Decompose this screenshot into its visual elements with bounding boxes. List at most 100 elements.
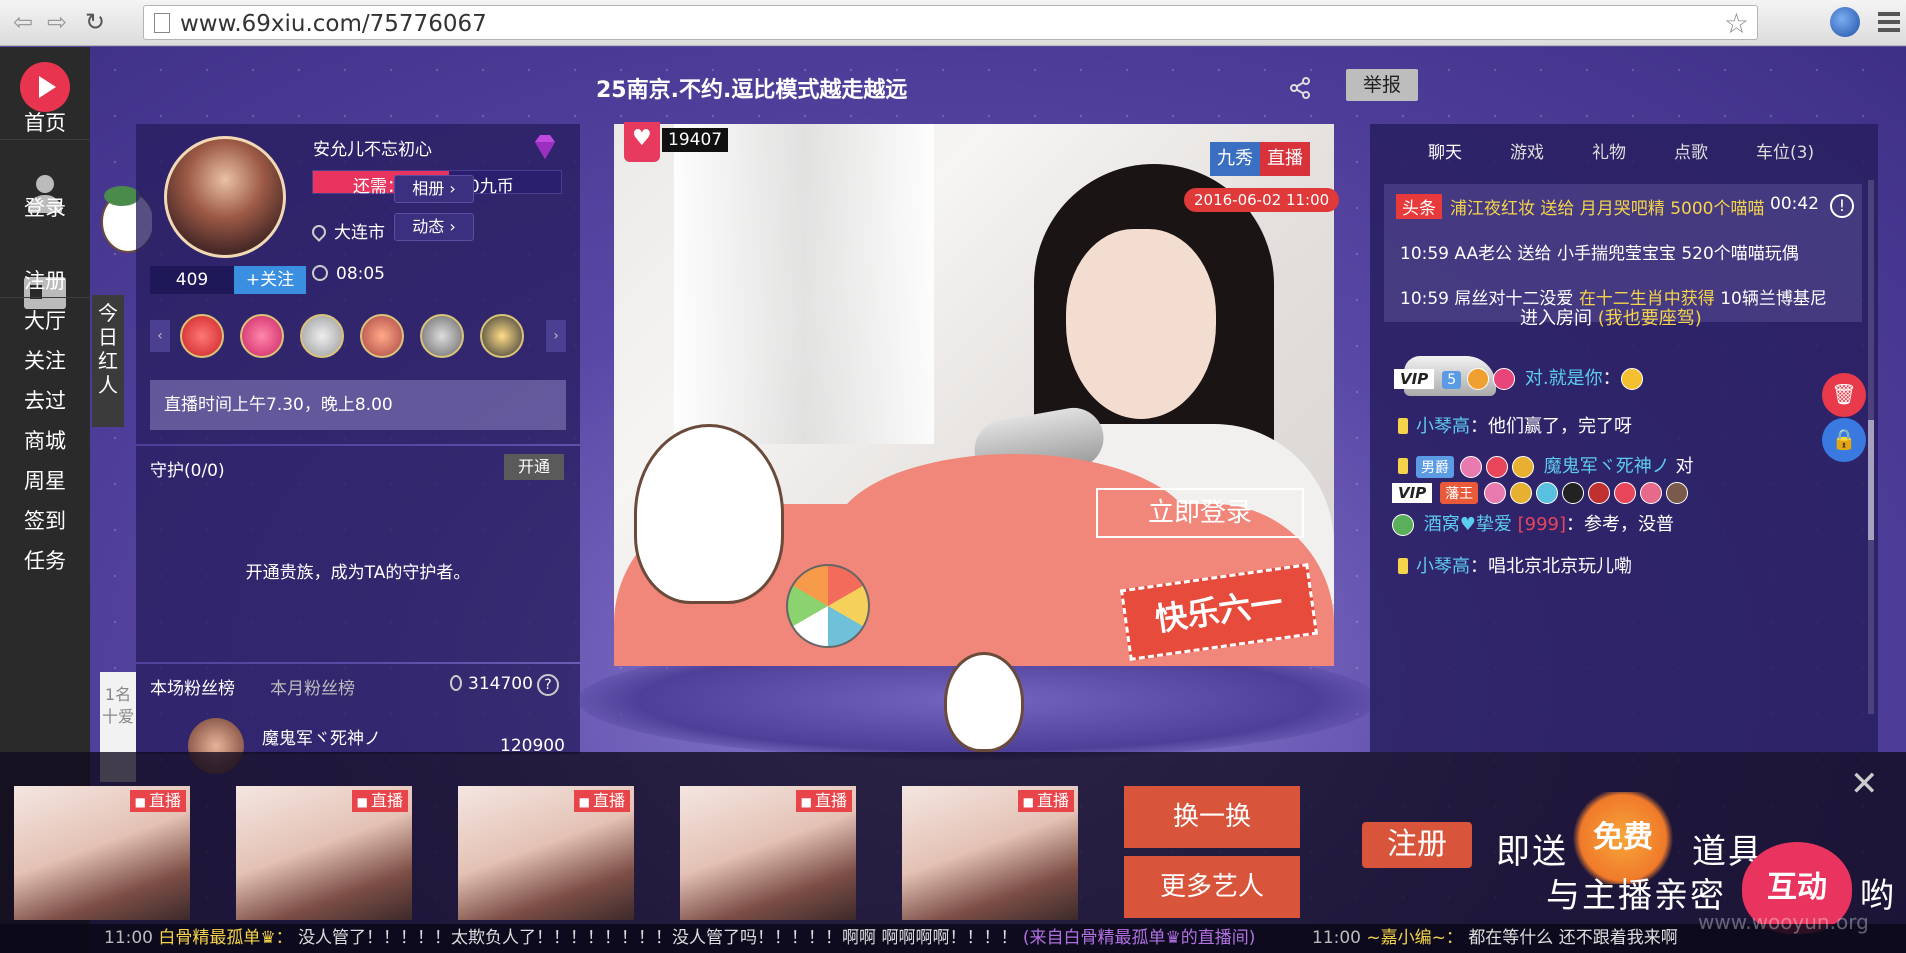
chat-panel: 聊天 游戏 礼物 点歌 车位(3) 头条 浦江夜红妆 送给 月月哭吧精 5000个… xyxy=(1370,124,1878,752)
emoji-icon xyxy=(1620,368,1643,390)
tab-games[interactable]: 游戏 xyxy=(1510,138,1544,163)
tab-parking[interactable]: 车位(3) xyxy=(1756,138,1814,163)
question-icon[interactable]: ? xyxy=(536,674,559,696)
tab-gifts[interactable]: 礼物 xyxy=(1592,138,1626,163)
badge-icon[interactable] xyxy=(360,314,404,358)
phone-icon xyxy=(1398,458,1408,474)
nav-mall[interactable]: 商城 xyxy=(0,425,90,455)
badge-icon xyxy=(1493,368,1516,390)
live-tag: 直播 xyxy=(795,790,852,812)
ticker-time: 11:00 xyxy=(104,928,153,948)
headline-tag: 头条 xyxy=(1396,194,1442,219)
badge-prev-button[interactable]: ‹ xyxy=(150,320,170,352)
vip-badge: VIP xyxy=(1392,483,1433,503)
chat-scrollbar[interactable] xyxy=(1868,180,1874,714)
today-star-tab[interactable]: 今日红人 xyxy=(92,295,124,427)
badge-icon[interactable] xyxy=(180,314,224,358)
trash-icon[interactable]: 🗑 xyxy=(1822,373,1866,417)
chat-user[interactable]: 小琴高 xyxy=(1416,556,1470,577)
video-login-button[interactable]: 立即登录 xyxy=(1096,488,1304,538)
report-button[interactable]: 举报 xyxy=(1346,69,1418,101)
logo-icon[interactable] xyxy=(20,62,70,112)
nav-home[interactable]: 首页 xyxy=(0,107,90,137)
fans-total-value: 314700 xyxy=(468,674,533,694)
menu-icon[interactable] xyxy=(1878,12,1900,32)
ticker-user[interactable]: ~嘉小编~： xyxy=(1366,928,1463,948)
ticker-time: 11:00 xyxy=(1312,928,1361,948)
host-live-time: 08:05 xyxy=(312,264,385,284)
url-text: www.69xiu.com/75776067 xyxy=(180,11,487,37)
host-name: 安允儿不忘初心 xyxy=(313,140,432,160)
chat-user[interactable]: 酒窝♥挚爱 xyxy=(1424,514,1512,535)
host-avatar[interactable] xyxy=(164,136,286,258)
ticker-message: 11:00 ~嘉小编~： 都在等什么 还不跟着我来啊 xyxy=(1312,924,1678,953)
chat-message: 小琴高：唱北京北京玩儿嘞 xyxy=(1398,552,1632,578)
back-icon[interactable]: ⇦ xyxy=(8,8,38,36)
nav-tasks[interactable]: 任务 xyxy=(0,545,90,575)
fans-rank-panel: 本场粉丝榜 本月粉丝榜 314700? 魔鬼军ヾ死神ノ 120900 xyxy=(136,664,580,774)
nav-follow[interactable]: 关注 xyxy=(0,345,90,375)
like-count: 19407 xyxy=(662,128,729,152)
nav-login[interactable]: 登录 xyxy=(0,192,90,222)
nav-register[interactable]: 注册 xyxy=(0,265,90,295)
nav-hall[interactable]: 大厅 xyxy=(0,305,90,335)
feed-button[interactable]: 动态 › xyxy=(394,213,474,241)
video-background xyxy=(674,124,934,444)
nav-checkin[interactable]: 签到 xyxy=(0,505,90,535)
lock-icon[interactable]: 🔒 xyxy=(1822,418,1866,462)
address-bar[interactable]: www.69xiu.com/75776067 ☆ xyxy=(143,5,1758,40)
follow-button[interactable]: +关注 xyxy=(234,266,306,294)
ticker-user[interactable]: 白骨精最孤单♛： xyxy=(158,928,292,948)
recommend-card[interactable]: 直播 xyxy=(14,786,190,920)
badge-icon[interactable] xyxy=(480,314,524,358)
watermark: www.wooyun.org xyxy=(1698,910,1869,934)
recommend-card[interactable]: 直播 xyxy=(458,786,634,920)
more-artists-button[interactable]: 更多艺人 xyxy=(1124,856,1300,918)
tab-current-fans[interactable]: 本场粉丝榜 xyxy=(150,674,235,699)
guard-panel: 守护(0/0) 开通 开通贵族，成为TA的守护者。 xyxy=(136,446,580,662)
reload-icon[interactable]: ↻ xyxy=(80,8,110,36)
badge-icon[interactable] xyxy=(300,314,344,358)
badge-icon[interactable] xyxy=(240,314,284,358)
alert-icon[interactable]: ! xyxy=(1830,194,1854,218)
badge-icon[interactable] xyxy=(420,314,464,358)
nav-visited[interactable]: 去过 xyxy=(0,385,90,415)
live-tag: 直播 xyxy=(1017,790,1074,812)
swap-button[interactable]: 换一换 xyxy=(1124,786,1300,848)
chat-text: 对 xyxy=(1675,456,1694,477)
sys-end: 10辆兰博基尼 xyxy=(1720,289,1827,309)
badge-next-button[interactable]: › xyxy=(546,320,566,352)
tab-month-fans[interactable]: 本月粉丝榜 xyxy=(270,674,355,699)
chat-user[interactable]: 魔鬼军ヾ死神ノ xyxy=(1544,456,1670,477)
nav-weekly-star[interactable]: 周星 xyxy=(0,465,90,495)
enter-link[interactable]: (我也要座驾) xyxy=(1598,308,1702,329)
tab-songs[interactable]: 点歌 xyxy=(1674,138,1708,163)
close-icon[interactable]: ✕ xyxy=(1850,764,1879,804)
rank-top-name[interactable]: 魔鬼军ヾ死神ノ xyxy=(262,724,381,749)
badge-icon xyxy=(1484,482,1507,504)
ticker-source[interactable]: (来自白骨精最孤单♛的直播间) xyxy=(1023,928,1256,948)
sys-time: 10:59 xyxy=(1400,244,1449,264)
enter-text: 进入房间 xyxy=(1520,308,1592,329)
guard-title: 守护(0/0) xyxy=(150,461,225,481)
chat-user[interactable]: 小琴高 xyxy=(1416,416,1470,437)
video-datetime: 2016-06-02 11:00 xyxy=(1184,188,1340,212)
heart-icon[interactable] xyxy=(624,122,660,162)
recommend-card[interactable]: 直播 xyxy=(680,786,856,920)
scrollbar-thumb[interactable] xyxy=(1868,420,1874,540)
tab-chat[interactable]: 聊天 xyxy=(1428,138,1462,163)
recommend-card[interactable]: 直播 xyxy=(902,786,1078,920)
chat-user[interactable]: 对.就是你 xyxy=(1525,368,1603,389)
album-button[interactable]: 相册 › xyxy=(394,175,474,203)
star-icon[interactable]: ☆ xyxy=(1724,7,1749,40)
globe-icon[interactable] xyxy=(1830,7,1860,37)
share-icon[interactable] xyxy=(1288,76,1312,100)
ticker-message: 11:00 白骨精最孤单♛： 没人管了！！！！！太欺负人了！！！！！！！！没人管… xyxy=(104,924,1255,953)
forward-icon[interactable]: ⇨ xyxy=(42,8,72,36)
guard-open-button[interactable]: 开通 xyxy=(504,454,564,480)
sys-text: AA老公 送给 小手揣兜莹宝宝 520个喵喵玩偶 xyxy=(1454,244,1799,264)
recommend-card[interactable]: 直播 xyxy=(236,786,412,920)
system-message: 10:59 AA老公 送给 小手揣兜莹宝宝 520个喵喵玩偶 xyxy=(1400,239,1799,264)
promo-register-button[interactable]: 注册 xyxy=(1362,822,1472,868)
ticker-text: 都在等什么 还不跟着我来啊 xyxy=(1468,928,1678,948)
